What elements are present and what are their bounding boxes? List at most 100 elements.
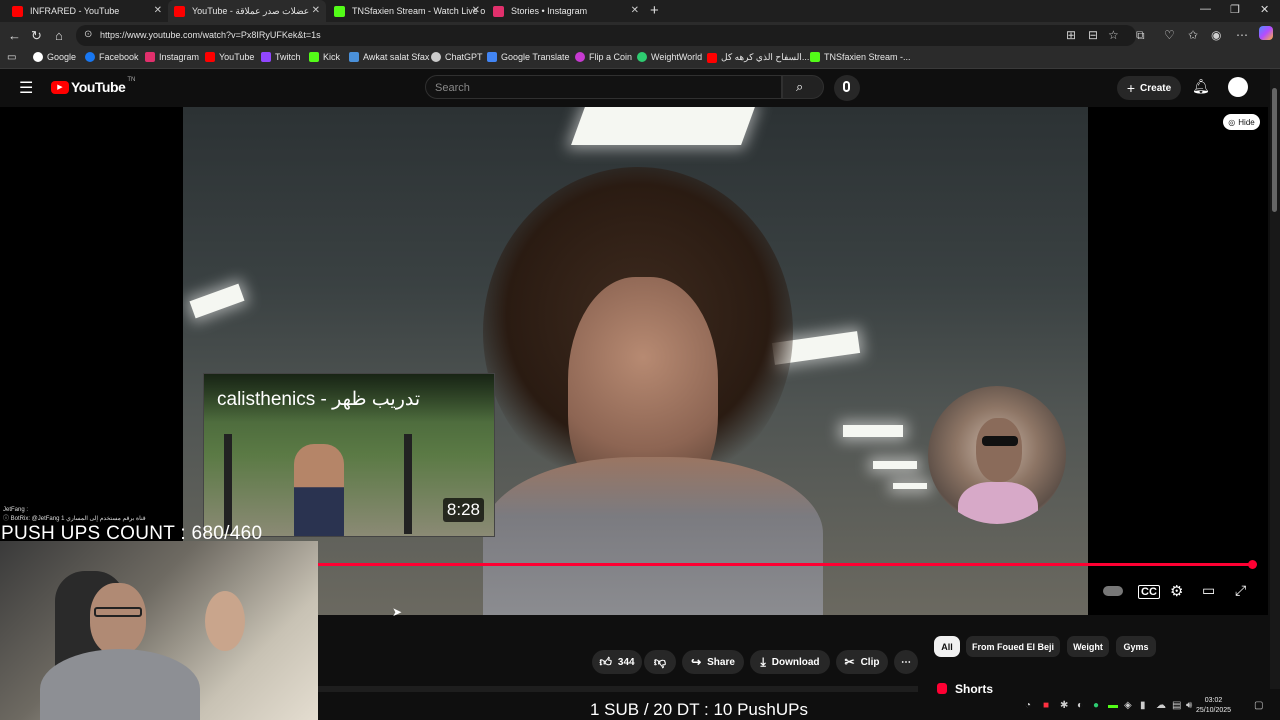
bookmark-weightworld[interactable]: WeightWorld xyxy=(637,52,702,62)
browser-essentials-icon[interactable]: ♡ xyxy=(1164,28,1175,42)
video-player[interactable] xyxy=(183,107,1088,615)
download-button[interactable]: ⤓ Download xyxy=(750,650,830,674)
search-button[interactable]: ⌕ xyxy=(782,75,824,99)
chat-username: JetFang : xyxy=(3,507,29,513)
kick-icon xyxy=(810,52,820,62)
hamburger-menu-icon[interactable]: ☰ xyxy=(19,78,33,98)
extensions-icon[interactable]: ⧉ xyxy=(1136,28,1145,43)
browser-tab-4[interactable]: Stories • Instagram ✕ xyxy=(487,0,645,22)
fullscreen-icon[interactable]: ⤢ xyxy=(1235,582,1246,599)
bookmark-google-translate[interactable]: Google Translate xyxy=(487,52,570,62)
shield-icon[interactable]: ● xyxy=(1093,700,1099,711)
browser-tab-3[interactable]: TNSfaxien Stream - Watch Live o ✕ xyxy=(328,0,486,22)
home-icon[interactable]: ⌂ xyxy=(55,28,63,43)
system-clock[interactable]: 03:02 25/10/2025 xyxy=(1196,696,1231,716)
browser-tab-1[interactable]: INFRARED - YouTube ✕ xyxy=(6,0,168,22)
like-button[interactable]: 👍︎ 344 xyxy=(592,650,642,674)
clip-button[interactable]: ✂ Clip xyxy=(836,650,888,674)
like-count: 344 xyxy=(617,656,635,668)
browser-tab-2[interactable]: YouTube - عضلات صدر عملاقة ✕ xyxy=(168,0,326,22)
read-aloud-icon[interactable]: ⊟ xyxy=(1088,28,1098,42)
dislike-button[interactable]: 👎︎ xyxy=(644,650,676,674)
maximize-icon[interactable]: ❐ xyxy=(1230,3,1240,16)
close-icon[interactable]: ✕ xyxy=(154,5,162,16)
bookmark-arabic-video[interactable]: السفاح الذي كرهه كل... xyxy=(707,52,809,63)
more-menu-icon[interactable]: ⋯ xyxy=(1236,28,1248,42)
url-text[interactable]: https://www.youtube.com/watch?v=Px8IRyUF… xyxy=(100,30,321,40)
new-tab-icon[interactable]: + xyxy=(650,2,659,19)
calisthenics-video-card[interactable]: calisthenics - تدريب ظهر 8:28 xyxy=(203,373,495,537)
app-available-icon[interactable]: ⊞ xyxy=(1066,28,1076,42)
card-title: calisthenics - تدريب ظهر xyxy=(217,389,421,410)
share-button[interactable]: ↪ Share xyxy=(682,650,744,674)
copilot-icon[interactable] xyxy=(1259,26,1273,40)
bookmark-tnsfaxien[interactable]: TNSfaxien Stream -... xyxy=(810,52,911,62)
favorite-star-icon[interactable]: ☆ xyxy=(1108,28,1119,42)
avatar[interactable] xyxy=(1228,77,1248,97)
bluetooth-icon[interactable]: ✱ xyxy=(1060,700,1068,711)
more-actions-button[interactable]: ⋯ xyxy=(894,650,918,674)
bookmark-label: Facebook xyxy=(99,52,139,62)
minimize-icon[interactable]: — xyxy=(1200,3,1211,15)
autoplay-toggle[interactable] xyxy=(1103,586,1123,596)
thumbs-up-icon: 👍︎ xyxy=(599,654,612,669)
chip-from-channel[interactable]: From Foued El Beji xyxy=(966,636,1060,657)
tray-app-icon[interactable]: ◔ xyxy=(1025,700,1031,711)
onedrive-icon[interactable]: ☁ xyxy=(1156,700,1166,711)
video-progress-bar[interactable] xyxy=(318,563,1255,566)
bookmark-chatgpt[interactable]: ChatGPT xyxy=(431,52,483,62)
translate-icon xyxy=(487,52,497,62)
profile-icon[interactable]: ◉ xyxy=(1211,28,1221,42)
volume-icon[interactable]: 🔊︎ xyxy=(1186,700,1192,711)
search-input[interactable]: Search xyxy=(425,75,782,99)
weightworld-icon xyxy=(637,52,647,62)
bookmark-instagram[interactable]: Instagram xyxy=(145,52,199,62)
discord-icon[interactable]: ◐ xyxy=(1077,700,1083,711)
bookmark-youtube[interactable]: YouTube xyxy=(205,52,254,62)
usb-icon[interactable]: ▮ xyxy=(1140,700,1146,711)
subtitles-cc-icon[interactable]: CC xyxy=(1138,585,1160,599)
settings-gear-icon[interactable]: ⚙ xyxy=(1170,582,1183,600)
back-icon[interactable]: ← xyxy=(8,28,21,43)
close-icon[interactable]: ✕ xyxy=(312,5,320,16)
bookmark-flip-coin[interactable]: Flip a Coin xyxy=(575,52,632,62)
steam-icon[interactable]: ◈ xyxy=(1124,700,1132,711)
refresh-icon[interactable]: ↻ xyxy=(31,28,42,44)
record-icon[interactable]: ■ xyxy=(1043,700,1049,711)
address-bar[interactable]: ⊙ https://www.youtube.com/watch?v=Px8IRy… xyxy=(76,25,1136,46)
notifications-bell-icon[interactable]: 🔔︎ xyxy=(1192,78,1210,95)
chip-weight[interactable]: Weight xyxy=(1067,636,1109,657)
mouse-cursor-icon: ➤ xyxy=(392,605,403,619)
chip-all[interactable]: All xyxy=(934,636,960,657)
close-icon[interactable]: ✕ xyxy=(631,5,639,16)
search-placeholder: Search xyxy=(435,82,470,94)
tab-title: YouTube - عضلات صدر عملاقة xyxy=(192,5,310,16)
theater-mode-icon[interactable]: ▭ xyxy=(1202,582,1215,599)
notification-center-icon[interactable]: ▢ xyxy=(1254,700,1263,711)
favorites-icon[interactable]: ✩ xyxy=(1188,28,1198,42)
bookmark-folder-icon[interactable]: ▭ xyxy=(7,52,16,63)
more-dots-icon: ⋯ xyxy=(901,656,911,668)
bookmark-kick[interactable]: Kick xyxy=(309,52,340,62)
progress-scrubber[interactable] xyxy=(1248,560,1257,569)
hide-overlay-button[interactable]: ◎ Hide xyxy=(1223,114,1260,130)
network-icon[interactable]: ▤ xyxy=(1172,700,1181,711)
chip-gyms[interactable]: Gyms xyxy=(1116,636,1156,657)
google-icon xyxy=(33,52,43,62)
voice-search-button[interactable] xyxy=(834,75,860,101)
scrollbar-thumb[interactable] xyxy=(1272,88,1277,212)
youtube-header: ☰ ▶ YouTube TN Search ⌕ + Create 🔔︎ xyxy=(0,69,1270,107)
close-window-icon[interactable]: ✕ xyxy=(1260,3,1269,16)
instagram-favicon-icon xyxy=(493,5,504,17)
bookmark-awkat-salat[interactable]: Awkat salat Sfax xyxy=(349,52,429,62)
bookmark-twitch[interactable]: Twitch xyxy=(261,52,301,62)
bookmark-facebook[interactable]: Facebook xyxy=(85,52,139,62)
horizontal-scrollbar[interactable] xyxy=(318,686,918,692)
app-tray-icon[interactable]: ▬ xyxy=(1108,700,1118,711)
bookmark-google[interactable]: Google xyxy=(33,52,76,62)
site-info-icon[interactable]: ⊙ xyxy=(84,29,92,40)
ceiling-light xyxy=(571,107,755,145)
youtube-logo[interactable]: ▶ YouTube TN xyxy=(51,77,135,95)
close-icon[interactable]: ✕ xyxy=(472,5,480,16)
create-button[interactable]: + Create xyxy=(1117,76,1181,100)
